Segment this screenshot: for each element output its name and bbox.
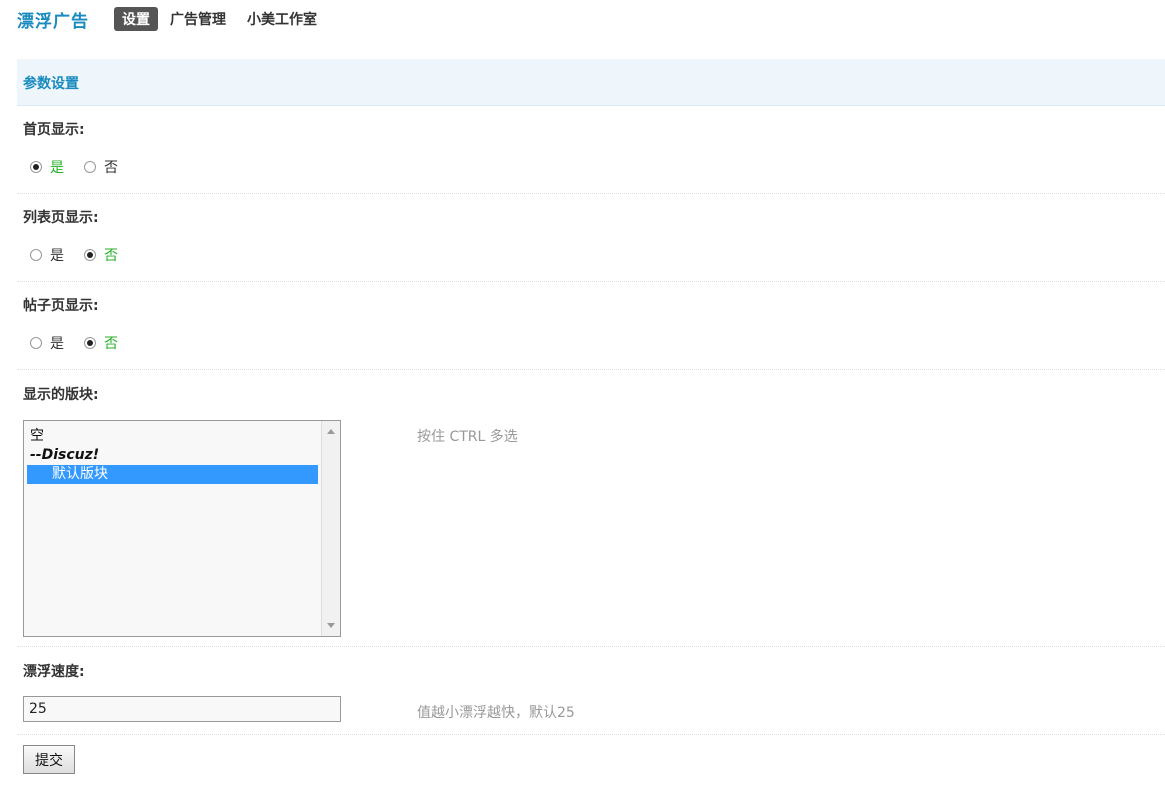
list-display-label: 列表页显示: xyxy=(23,210,99,226)
home-display-radio-group: 是 否 xyxy=(30,157,138,177)
section-header: 参数设置 xyxy=(17,59,1165,106)
forum-option-empty[interactable]: 空 xyxy=(27,427,318,446)
section-title: 参数设置 xyxy=(23,76,79,92)
forums-hint: 按住 CTRL 多选 xyxy=(417,429,518,445)
post-display-label: 帖子页显示: xyxy=(23,298,99,314)
speed-hint: 值越小漂浮越快，默认25 xyxy=(417,705,575,721)
submit-button[interactable]: 提交 xyxy=(23,745,75,774)
list-display-row: 列表页显示: 是 否 xyxy=(17,194,1165,282)
nav-tab-settings[interactable]: 设置 xyxy=(114,7,158,31)
forums-scrollbar[interactable] xyxy=(321,421,340,636)
list-display-yes-label[interactable]: 是 xyxy=(50,245,64,265)
scroll-down-icon[interactable] xyxy=(327,623,335,628)
speed-label: 漂浮速度: xyxy=(23,664,85,680)
forum-option-default[interactable]: 默认版块 xyxy=(27,465,318,484)
post-display-no-radio[interactable] xyxy=(84,337,96,349)
app-brand: 漂浮广告 xyxy=(17,11,89,32)
post-display-row: 帖子页显示: 是 否 xyxy=(17,282,1165,370)
home-display-no-label[interactable]: 否 xyxy=(104,157,118,177)
top-nav: 漂浮广告 设置 广告管理 小美工作室 xyxy=(17,6,338,32)
nav-tab-studio[interactable]: 小美工作室 xyxy=(247,9,317,29)
forums-option-list: 空 --Discuz! 默认版块 xyxy=(27,427,318,484)
nav-tab-ad-management[interactable]: 广告管理 xyxy=(170,9,226,29)
post-display-no-label[interactable]: 否 xyxy=(104,333,118,353)
home-display-label: 首页显示: xyxy=(23,122,85,138)
forum-option-group: --Discuz! xyxy=(30,447,100,463)
scroll-up-icon[interactable] xyxy=(327,429,335,434)
forums-multiselect[interactable]: 空 --Discuz! 默认版块 xyxy=(23,420,341,637)
list-display-yes-radio[interactable] xyxy=(30,249,42,261)
home-display-row: 首页显示: 是 否 xyxy=(17,106,1165,194)
home-display-no-radio[interactable] xyxy=(84,161,96,173)
post-display-yes-label[interactable]: 是 xyxy=(50,333,64,353)
list-display-no-label[interactable]: 否 xyxy=(104,245,118,265)
forums-label: 显示的版块: xyxy=(23,387,99,403)
post-display-radio-group: 是 否 xyxy=(30,333,138,353)
speed-input[interactable] xyxy=(23,696,341,722)
home-display-yes-label[interactable]: 是 xyxy=(50,157,64,177)
home-display-yes-radio[interactable] xyxy=(30,161,42,173)
post-display-yes-radio[interactable] xyxy=(30,337,42,349)
list-display-no-radio[interactable] xyxy=(84,249,96,261)
list-display-radio-group: 是 否 xyxy=(30,245,138,265)
